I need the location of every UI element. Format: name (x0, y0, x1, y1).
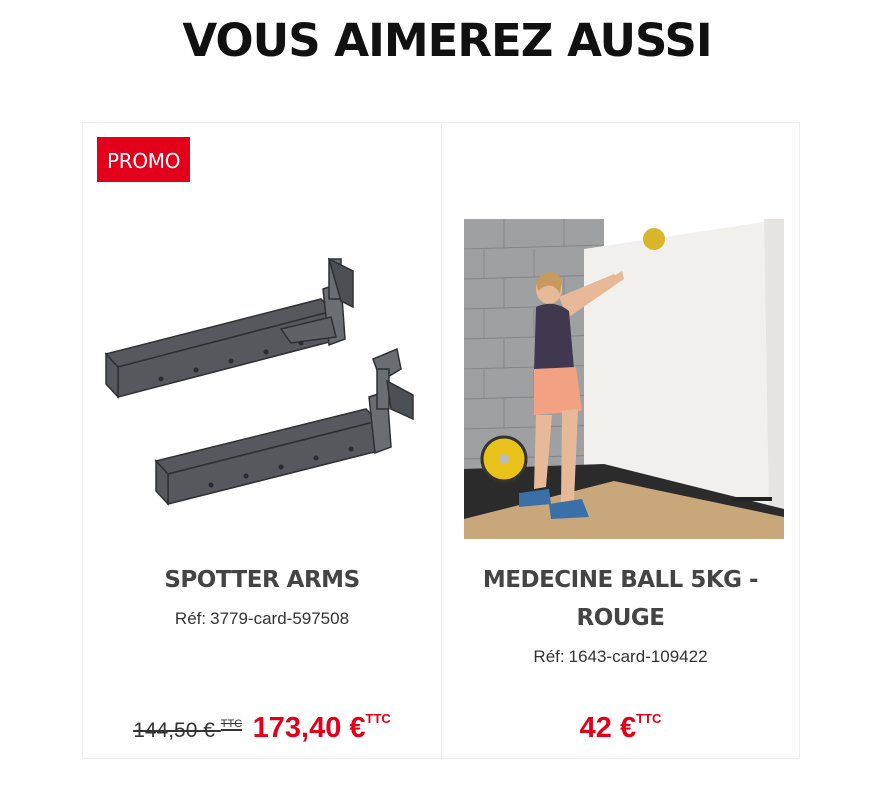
promo-badge: PROMO (97, 137, 191, 182)
promo-price: 173,40 €TTC (252, 711, 391, 744)
price-unit: TTC (636, 711, 662, 726)
medecine-ball-photo (463, 219, 784, 539)
section-title: VOUS AIMEREZ AUSSI (182, 14, 712, 67)
product-reference: Réf: 1643-card-109422 (442, 647, 799, 667)
product-image-spotter-arms[interactable] (101, 219, 425, 539)
reference-value: 3779-card-597508 (210, 609, 350, 628)
product-name[interactable]: SPOTTER ARMS (83, 561, 441, 599)
reference-value: 1643-card-109422 (568, 647, 708, 666)
product-grid: PROMO SPOTTER ARMS Réf: 3779-card-597508… (82, 122, 800, 759)
reference-label: Réf: (174, 609, 207, 628)
product-name[interactable]: MEDECINE BALL 5KG - ROUGE (442, 561, 799, 637)
reference-label: Réf: (533, 647, 565, 666)
product-name-line[interactable]: SPOTTER ARMS (164, 567, 360, 593)
price: 42 €TTC (579, 711, 662, 744)
product-name-line[interactable]: ROUGE (442, 599, 799, 637)
spotter-arms-image (104, 257, 414, 506)
price-unit: TTC (365, 711, 391, 726)
old-price: 144,50 € TTC (133, 718, 243, 742)
product-name-line[interactable]: MEDECINE BALL 5KG - (442, 561, 799, 599)
product-reference: Réf: 3779-card-597508 (83, 609, 441, 629)
price-block: 144,50 € TTC 173,40 €TTC (83, 711, 441, 745)
old-price-unit: TTC (220, 718, 243, 730)
product-card-spotter-arms[interactable]: PROMO SPOTTER ARMS Réf: 3779-card-597508… (83, 123, 441, 758)
product-card-medecine-ball[interactable]: MEDECINE BALL 5KG - ROUGE Réf: 1643-card-… (441, 123, 799, 758)
price-block: 42 €TTC (442, 711, 799, 745)
product-image-medecine-ball[interactable] (462, 219, 786, 539)
